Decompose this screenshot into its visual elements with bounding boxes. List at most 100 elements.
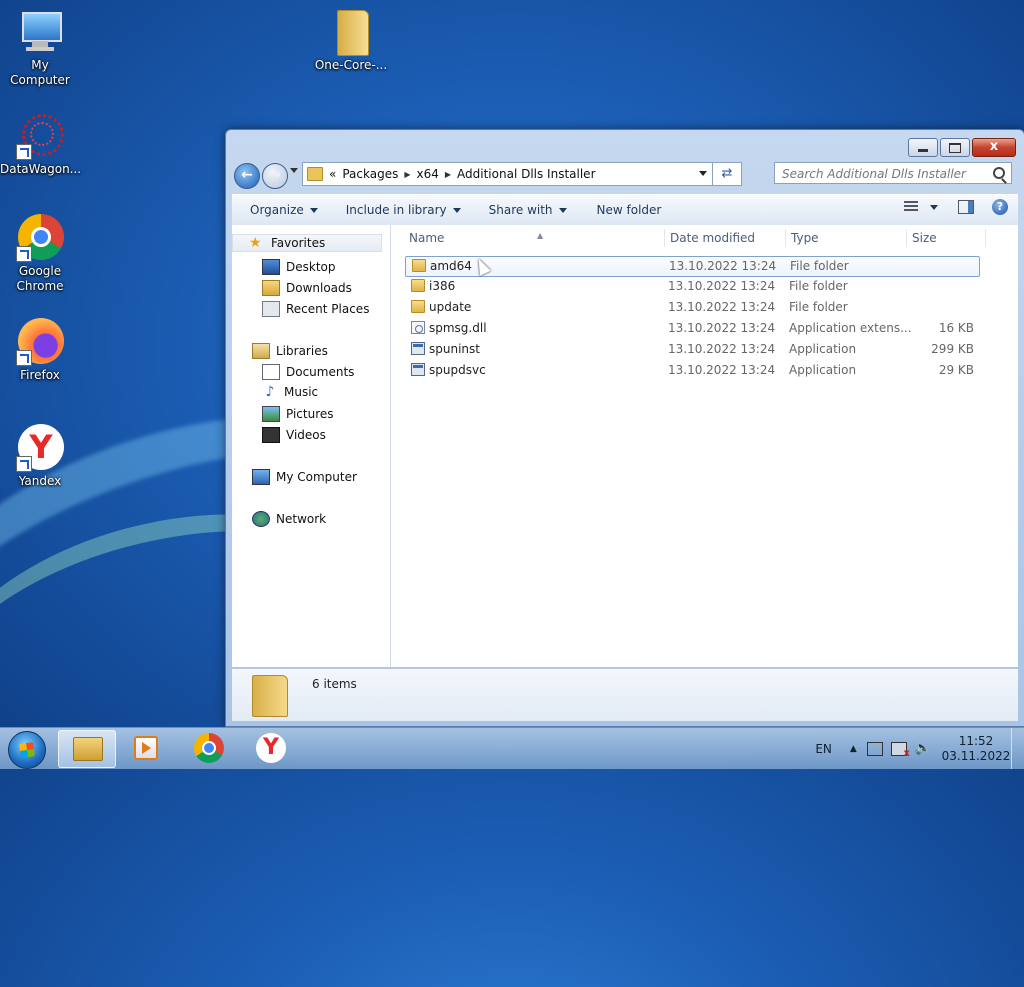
back-button[interactable]: ← (234, 163, 260, 189)
search-icon[interactable] (993, 167, 1005, 179)
arrow-left-icon: ← (241, 167, 253, 183)
organize-button[interactable]: Organize (232, 203, 328, 217)
yandex-icon: Y (256, 733, 286, 763)
nav-label: Favorites (271, 236, 326, 250)
file-date: 13.10.2022 13:24 (668, 342, 776, 356)
pictures-icon (262, 406, 280, 422)
nav-desktop[interactable]: Desktop (262, 259, 336, 275)
taskbar-explorer[interactable] (58, 730, 116, 768)
breadcrumb-packages[interactable]: Packages (342, 167, 398, 181)
desktop-icon-google-chrome[interactable]: Google Chrome (0, 214, 80, 294)
taskbar-chrome[interactable] (182, 730, 238, 766)
column-header-size[interactable]: Size (908, 229, 986, 247)
address-dropdown-icon[interactable] (699, 171, 707, 176)
nav-documents[interactable]: Documents (262, 364, 354, 380)
file-date: 13.10.2022 13:24 (668, 300, 776, 314)
close-button[interactable]: x (972, 138, 1016, 157)
taskbar-media-player[interactable] (118, 730, 174, 766)
nav-favorites[interactable]: ★ Favorites (232, 234, 382, 252)
views-dropdown[interactable] (926, 204, 938, 210)
maximize-button[interactable] (940, 138, 970, 157)
navigation-row: ← → « Packages ▶ x64 ▶ Additional Dlls I… (232, 162, 1018, 189)
downloads-icon (262, 280, 280, 296)
nav-label: Music (284, 385, 319, 399)
refresh-button[interactable]: ⇄ (712, 163, 741, 185)
file-row-update[interactable]: update 13.10.2022 13:24 File folder (405, 298, 978, 317)
views-icon[interactable] (904, 201, 918, 213)
show-desktop-button[interactable] (1011, 728, 1024, 769)
column-label: Size (912, 231, 937, 245)
nav-label: Network (276, 512, 327, 526)
desktop-icon-firefox[interactable]: Firefox (0, 318, 80, 383)
new-folder-button[interactable]: New folder (577, 203, 672, 217)
share-with-button[interactable]: Share with (471, 203, 577, 217)
chrome-center (202, 741, 216, 755)
column-header-type[interactable]: Type (787, 229, 907, 247)
nav-network[interactable]: Network (252, 511, 326, 527)
clock[interactable]: 11:52 03.11.2022 (941, 734, 1011, 764)
file-row-spuninst[interactable]: spuninst 13.10.2022 13:24 Application 29… (405, 340, 978, 359)
breadcrumb-current[interactable]: Additional Dlls Installer (457, 167, 595, 181)
file-date: 13.10.2022 13:24 (668, 279, 776, 293)
recent-locations-dropdown[interactable] (290, 168, 298, 173)
desktop-icon-label: Firefox (20, 368, 60, 382)
file-name: spupdsvc (429, 363, 486, 377)
nav-label: Recent Places (286, 302, 370, 316)
chevron-right-icon[interactable]: ▶ (445, 170, 451, 179)
nav-label: My Computer (276, 470, 357, 484)
forward-button[interactable]: → (262, 163, 288, 189)
arrow-right-icon: → (269, 167, 281, 183)
chevron-down-icon (558, 207, 567, 213)
clock-date: 03.11.2022 (941, 748, 1011, 763)
nav-downloads[interactable]: Downloads (262, 280, 352, 296)
network-disconnected-icon[interactable]: x (890, 741, 910, 759)
start-button[interactable] (8, 731, 46, 769)
file-row-spupdsvc[interactable]: spupdsvc 13.10.2022 13:24 Application 29… (405, 361, 978, 380)
play-icon (142, 742, 151, 754)
volume-icon[interactable]: 🔈 (915, 741, 931, 756)
search-input[interactable]: Search Additional Dlls Installer (774, 162, 1012, 184)
breadcrumb-overflow[interactable]: « (329, 167, 336, 181)
organize-label: Organize (250, 203, 304, 217)
shortcut-arrow-icon (16, 246, 32, 262)
action-center-icon[interactable] (866, 741, 883, 756)
desktop-icon-one-core[interactable]: One-Core-... (311, 8, 391, 73)
chrome-icon (16, 214, 64, 262)
breadcrumb-x64[interactable]: x64 (417, 167, 439, 181)
computer-icon (252, 469, 270, 485)
file-list: Name ▲ Date modified Type Size amd64 13.… (391, 225, 1018, 667)
nav-libraries[interactable]: Libraries (252, 343, 328, 359)
preview-pane-icon[interactable] (958, 200, 974, 214)
file-row-i386[interactable]: i386 13.10.2022 13:24 File folder (405, 277, 978, 296)
desktop-icon-yandex[interactable]: Y Yandex (0, 424, 80, 489)
nav-recent-places[interactable]: Recent Places (262, 301, 369, 317)
taskbar-yandex[interactable]: Y (244, 730, 300, 766)
clock-time: 11:52 (958, 733, 994, 748)
chevron-right-icon[interactable]: ▶ (404, 170, 410, 179)
folder-icon (411, 279, 425, 292)
explorer-window[interactable]: x ← → « Packages ▶ x64 ▶ Additional Dlls… (225, 129, 1024, 727)
folder-icon (252, 675, 288, 717)
minimize-button[interactable] (908, 138, 938, 157)
desktop-icon-my-computer[interactable]: My Computer (0, 8, 80, 88)
file-row-amd64[interactable]: amd64 13.10.2022 13:24 File folder (405, 256, 980, 277)
recent-places-icon (262, 301, 280, 317)
file-type: Application (789, 342, 857, 356)
application-icon (411, 342, 425, 355)
desktop-icon-label: Yandex (18, 474, 62, 488)
nav-music[interactable]: ♪ Music (262, 385, 319, 399)
desktop-icon-datawagon[interactable]: DataWagon... (0, 112, 81, 177)
nav-videos[interactable]: Videos (262, 427, 326, 443)
column-header-name[interactable]: Name ▲ (405, 229, 665, 247)
file-row-spmsg-dll[interactable]: spmsg.dll 13.10.2022 13:24 Application e… (405, 319, 978, 338)
help-icon[interactable]: ? (992, 199, 1008, 215)
yandex-icon: Y (16, 424, 64, 472)
column-header-date-modified[interactable]: Date modified (666, 229, 786, 247)
include-in-library-button[interactable]: Include in library (328, 203, 471, 217)
nav-pictures[interactable]: Pictures (262, 406, 334, 422)
address-bar[interactable]: « Packages ▶ x64 ▶ Additional Dlls Insta… (302, 162, 742, 186)
show-hidden-icons-button[interactable]: ▲ (850, 744, 857, 754)
language-indicator[interactable]: EN (815, 742, 832, 756)
file-name: amd64 (430, 259, 472, 273)
nav-my-computer[interactable]: My Computer (252, 469, 357, 485)
